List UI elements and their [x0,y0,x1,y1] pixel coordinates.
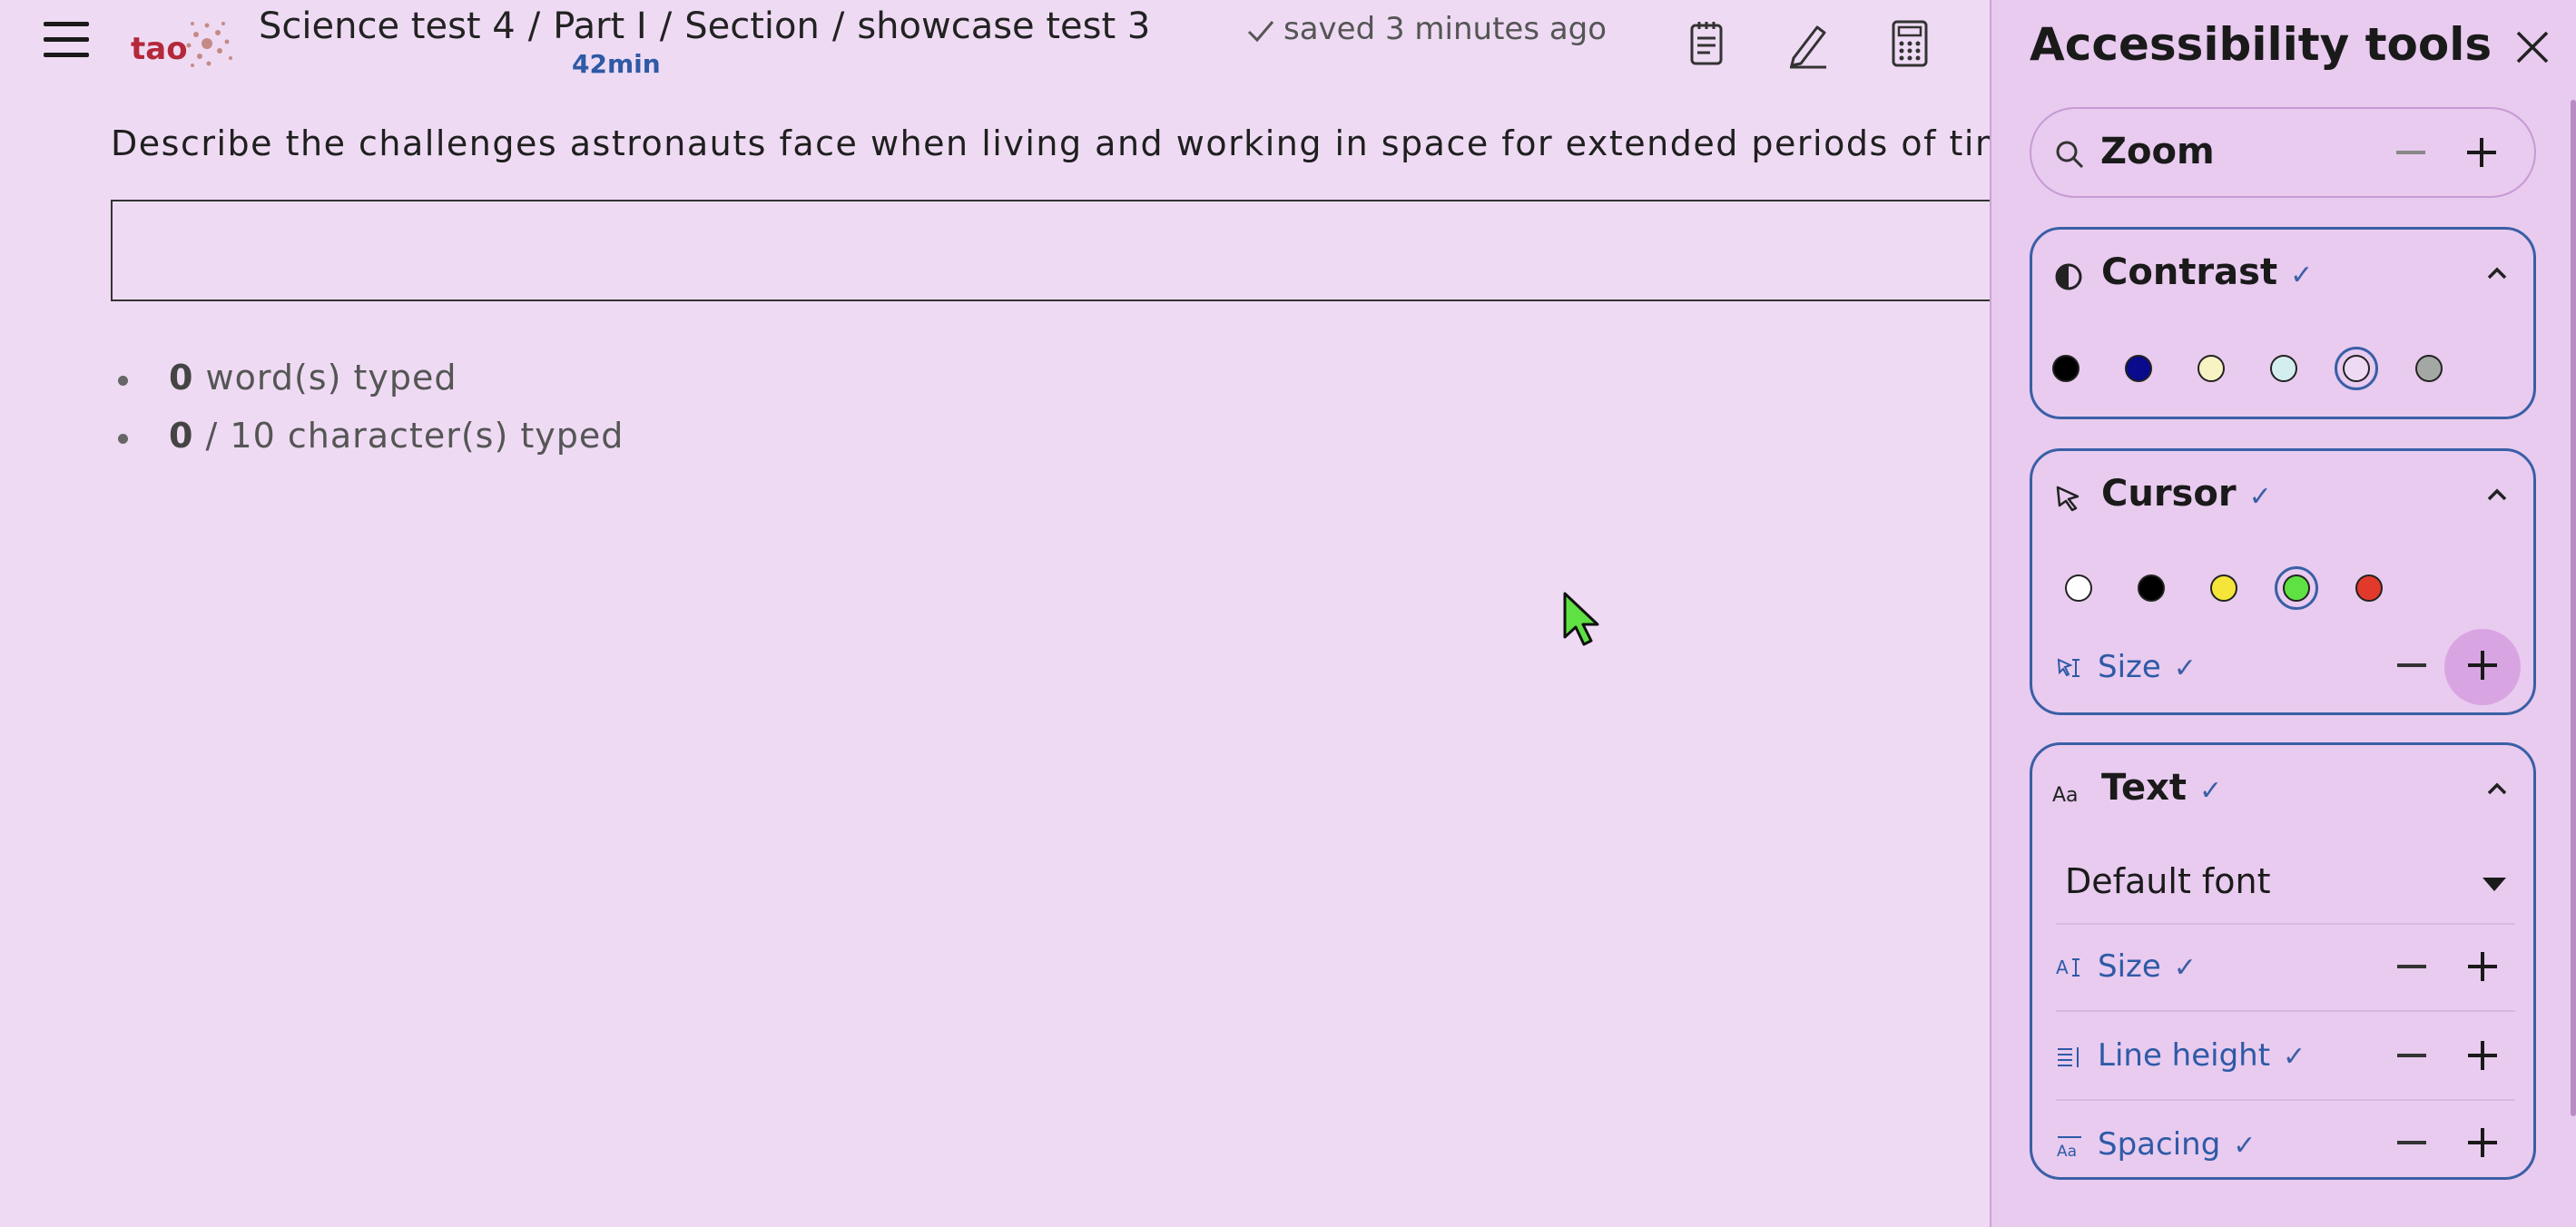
chevron-up-icon[interactable] [2486,266,2508,280]
contrast-section: Contrast ✓ [2030,227,2536,419]
breadcrumb-section[interactable]: Section [684,5,820,47]
cursor-color-swatch-2[interactable] [2138,574,2165,602]
saved-status: saved 3 minutes ago [1245,11,1607,47]
svg-text:A: A [2056,957,2069,978]
word-count: 0 word(s) typed [118,352,624,410]
cursor-color-swatch-5[interactable] [2355,574,2383,602]
line-height-decrease[interactable] [2392,1036,2432,1075]
timer: 42min [572,49,661,79]
highlighter-icon[interactable] [1781,16,1835,71]
zoom-control: Zoom [2030,107,2536,198]
zoom-label: Zoom [2100,131,2215,172]
text-size-decrease[interactable] [2392,947,2432,987]
cursor-header[interactable]: Cursor ✓ [2101,473,2272,515]
text-size-icon: A [2056,957,2079,978]
typing-stats: 0 word(s) typed 0 / 10 character(s) type… [118,352,624,468]
panel-title: Accessibility tools [2030,18,2492,71]
top-bar: tao Science test 4/Part I / Section / showca… [0,0,1988,79]
question-prompt: Describe the challenges astronauts face … [111,123,1990,163]
text-size-row: A Size ✓ [2056,923,2515,1012]
svg-text:Aa: Aa [2052,784,2079,807]
close-icon[interactable] [2512,27,2552,67]
breadcrumb-part[interactable]: Part I [553,5,646,47]
calculator-icon[interactable] [1883,16,1937,71]
contrast-swatch-3[interactable] [2197,355,2225,382]
tao-logo: tao [129,11,238,76]
cursor-size-decrease[interactable] [2392,645,2432,685]
chevron-up-icon[interactable] [2486,781,2508,796]
svg-text:Aa: Aa [2057,1143,2077,1159]
text-header[interactable]: Text ✓ [2101,767,2222,809]
spacing-increase[interactable] [2463,1123,2502,1163]
menu-icon[interactable] [44,22,89,62]
contrast-swatch-5[interactable] [2335,347,2378,390]
cursor-color-swatch-4[interactable] [2275,566,2318,610]
line-height-row: Line height ✓ [2056,1012,2515,1101]
mouse-cursor-icon [1563,592,1599,646]
contrast-icon [2055,263,2082,290]
accessibility-panel: Accessibility tools Zoom Contrast ✓ Curso… [1990,0,2576,1227]
cursor-size-icon [2057,658,2079,677]
cursor-color-swatch-1[interactable] [2065,574,2092,602]
line-height-increase[interactable] [2463,1036,2502,1075]
contrast-swatch-4[interactable] [2270,355,2297,382]
cursor-color-swatch-3[interactable] [2210,574,2237,602]
text-section: Aa Text ✓ Default font A Size ✓ Line heigh… [2030,742,2536,1180]
chevron-up-icon[interactable] [2486,487,2508,502]
cursor-section: Cursor ✓ Size ✓ [2030,448,2536,715]
contrast-header[interactable]: Contrast ✓ [2101,251,2313,293]
line-height-icon [2058,1047,2079,1067]
text-icon: Aa [2052,784,2079,807]
contrast-swatch-2[interactable] [2125,355,2152,382]
cursor-size-row: Size ✓ [2056,623,2521,711]
breadcrumb-item: showcase test 3 [857,5,1151,47]
answer-input[interactable] [111,200,1999,301]
contrast-swatch-1[interactable] [2052,355,2079,382]
letter-spacing-icon: Aa [2057,1136,2081,1159]
spacing-decrease[interactable] [2392,1123,2432,1163]
notepad-icon[interactable] [1679,16,1734,71]
zoom-in-button[interactable] [2462,133,2502,172]
character-count: 0 / 10 character(s) typed [118,410,624,468]
search-icon [2056,141,2084,169]
panel-scrollbar[interactable] [2571,100,2576,1116]
zoom-out-button[interactable] [2391,133,2431,172]
text-size-increase[interactable] [2463,947,2502,987]
breadcrumb-test[interactable]: Science test 4 [259,5,516,47]
contrast-swatch-6[interactable] [2415,355,2443,382]
caret-down-icon [2483,878,2506,891]
font-select[interactable]: Default font [2056,845,2515,925]
breadcrumb: Science test 4/Part I / Section / showcase t… [259,5,1151,47]
check-icon [1247,21,1274,43]
cursor-size-increase[interactable] [2463,645,2502,685]
cursor-icon [2056,486,2079,512]
spacing-row: Aa Spacing ✓ [2056,1101,2515,1188]
